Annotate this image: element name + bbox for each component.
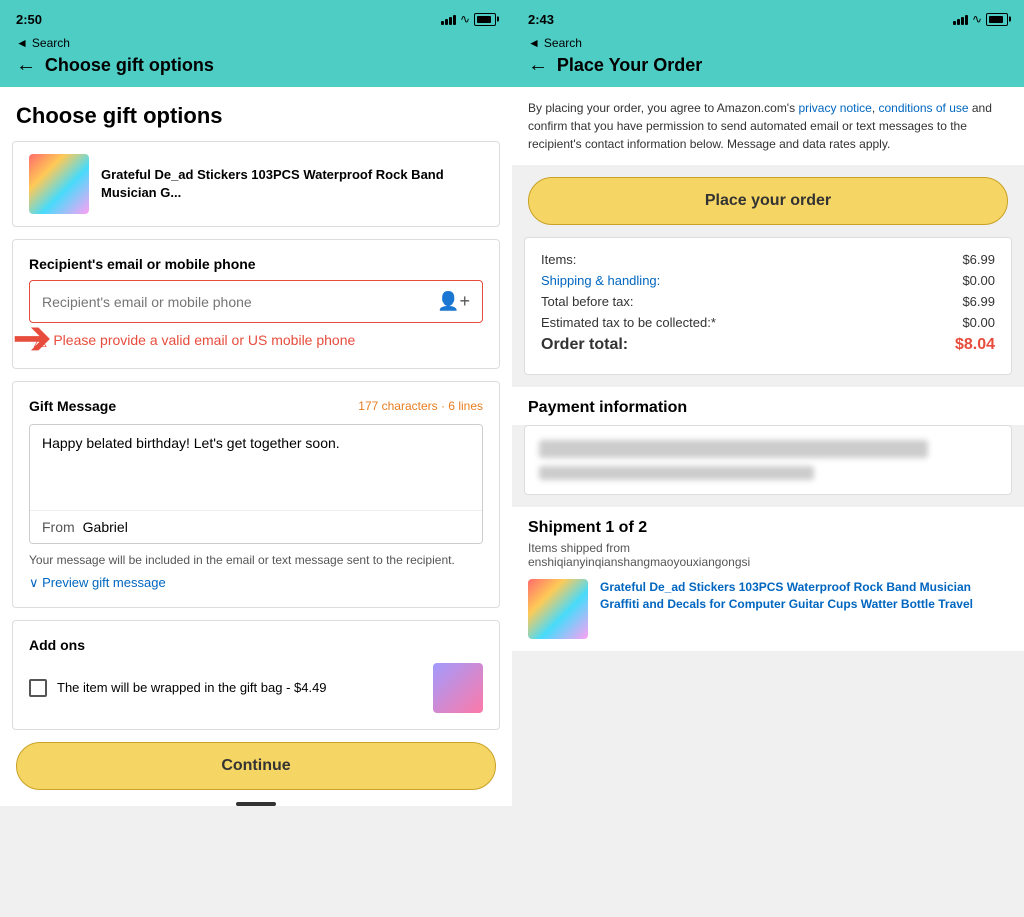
shipment-product-name: Grateful De_ad Stickers 103PCS Waterproo…: [600, 579, 1008, 613]
before-tax-label: Total before tax:: [541, 294, 634, 309]
right-time: 2:43: [528, 12, 554, 27]
shipment-section: Shipment 1 of 2 Items shipped from enshi…: [512, 507, 1024, 651]
payment-card: [524, 425, 1012, 495]
message-textarea[interactable]: [30, 425, 482, 505]
shipping-row: Shipping & handling: $0.00: [541, 273, 995, 288]
from-value: Gabriel: [83, 519, 128, 535]
payment-title: Payment information: [512, 387, 1024, 425]
addons-title: Add ons: [29, 637, 483, 653]
right-wifi-icon: ∿: [972, 12, 982, 26]
before-tax-row: Total before tax: $6.99: [541, 294, 995, 309]
shipping-value: $0.00: [962, 273, 995, 288]
recipient-input-wrapper[interactable]: 👤+: [29, 280, 483, 323]
product-name: Grateful De_ad Stickers 103PCS Waterproo…: [101, 166, 483, 202]
addon-item: The item will be wrapped in the gift bag…: [29, 663, 483, 713]
shipment-from: Items shipped from enshiqianyinqianshang…: [528, 541, 1008, 569]
left-status-icons: ∿: [441, 12, 496, 26]
recipient-label: Recipient's email or mobile phone: [29, 256, 483, 272]
left-content-area: Choose gift options Grateful De_ad Stick…: [0, 87, 512, 917]
addon-checkbox[interactable]: [29, 679, 47, 697]
estimated-tax-row: Estimated tax to be collected:* $0.00: [541, 315, 995, 330]
left-back-button[interactable]: ←: [16, 54, 36, 77]
gift-options-title: Choose gift options: [0, 87, 512, 141]
wifi-icon: ∿: [460, 12, 470, 26]
addons-section: Add ons The item will be wrapped in the …: [12, 620, 500, 730]
items-value: $6.99: [962, 252, 995, 267]
right-content-area: By placing your order, you agree to Amaz…: [512, 87, 1024, 917]
error-text: Please provide a valid email or US mobil…: [53, 331, 355, 351]
right-status-bar: 2:43 ∿: [512, 0, 1024, 36]
from-row: From Gabriel: [30, 510, 482, 543]
place-order-button[interactable]: Place your order: [528, 177, 1008, 225]
search-label-small[interactable]: Search: [32, 36, 70, 50]
recipient-input[interactable]: [42, 294, 429, 310]
order-info-prefix: By placing your order, you agree to Amaz…: [528, 101, 798, 115]
left-search-row: ◄ Search: [0, 36, 512, 54]
before-tax-value: $6.99: [962, 294, 995, 309]
red-arrow: ➔: [12, 310, 52, 366]
signal-icon: [441, 13, 456, 25]
shipment-product-main: Grateful De_ad Stickers 103PCS Waterproo…: [600, 580, 971, 594]
from-label: From: [42, 519, 75, 535]
right-battery-icon: [986, 13, 1008, 26]
right-status-icons: ∿: [953, 12, 1008, 26]
order-total-value: $8.04: [955, 336, 995, 354]
left-nav-row: ← Choose gift options: [0, 54, 512, 87]
items-label: Items:: [541, 252, 576, 267]
right-signal-icon: [953, 13, 968, 25]
left-screen: 2:50 ∿ ◄ Search: [0, 0, 512, 917]
estimated-tax-value: $0.00: [962, 315, 995, 330]
addon-image: [433, 663, 483, 713]
privacy-notice-link[interactable]: privacy notice: [798, 101, 871, 115]
order-summary-card: Items: $6.99 Shipping & handling: $0.00 …: [524, 237, 1012, 375]
right-search-label-small[interactable]: Search: [544, 36, 582, 50]
person-icon: 👤+: [437, 291, 470, 312]
recipient-section: Recipient's email or mobile phone 👤+ ⚠ P…: [12, 239, 500, 369]
product-thumbnail: [29, 154, 89, 214]
battery-icon: [474, 13, 496, 26]
message-textarea-wrapper: From Gabriel: [29, 424, 483, 544]
estimated-tax-label: Estimated tax to be collected:*: [541, 315, 716, 330]
shipment-title: Shipment 1 of 2: [528, 519, 1008, 537]
shipment-from-value: enshiqianyinqianshangmaoyouxiangongsi: [528, 555, 750, 569]
payment-info-blurred-1: [539, 440, 928, 458]
right-screen: 2:43 ∿ ◄ Search: [512, 0, 1024, 917]
message-hint: Your message will be included in the ema…: [29, 552, 483, 569]
right-page-title-header: Place Your Order: [557, 55, 702, 76]
payment-info-blurred-2: [539, 466, 814, 480]
left-status-bar: 2:50 ∿: [0, 0, 512, 36]
order-total-row: Order total: $8.04: [541, 336, 995, 354]
left-time: 2:50: [16, 12, 42, 27]
shipment-product-row: Grateful De_ad Stickers 103PCS Waterproo…: [528, 579, 1008, 639]
continue-button[interactable]: Continue: [16, 742, 496, 790]
error-row: ⚠ Please provide a valid email or US mob…: [29, 331, 483, 352]
scroll-indicator: [236, 802, 276, 806]
left-content-white: Choose gift options Grateful De_ad Stick…: [0, 87, 512, 806]
left-page-title-header: Choose gift options: [45, 55, 214, 76]
order-info-text: By placing your order, you agree to Amaz…: [512, 87, 1024, 165]
items-row: Items: $6.99: [541, 252, 995, 267]
addon-text: The item will be wrapped in the gift bag…: [57, 680, 423, 695]
right-search-row: ◄ Search: [512, 36, 1024, 54]
shipment-from-label: Items shipped from: [528, 541, 630, 555]
conditions-link[interactable]: conditions of use: [878, 101, 968, 115]
back-chevron-small: ◄: [16, 36, 28, 50]
preview-gift-message-link[interactable]: ∨ Preview gift message: [29, 575, 483, 591]
shipping-label: Shipping & handling:: [541, 273, 660, 288]
shipment-product-link: Graffiti and Decals for Computer Guitar …: [600, 597, 973, 611]
gift-message-section: Gift Message 177 characters · 6 lines Fr…: [12, 381, 500, 608]
product-row: Grateful De_ad Stickers 103PCS Waterproo…: [12, 141, 500, 227]
right-back-button[interactable]: ←: [528, 54, 548, 77]
gift-message-title: Gift Message: [29, 398, 116, 414]
order-total-label: Order total:: [541, 336, 628, 354]
shipment-thumbnail: [528, 579, 588, 639]
right-back-chevron-small: ◄: [528, 36, 540, 50]
char-count: 177 characters · 6 lines: [358, 399, 483, 413]
gift-message-header: Gift Message 177 characters · 6 lines: [29, 398, 483, 414]
right-nav-row: ← Place Your Order: [512, 54, 1024, 87]
